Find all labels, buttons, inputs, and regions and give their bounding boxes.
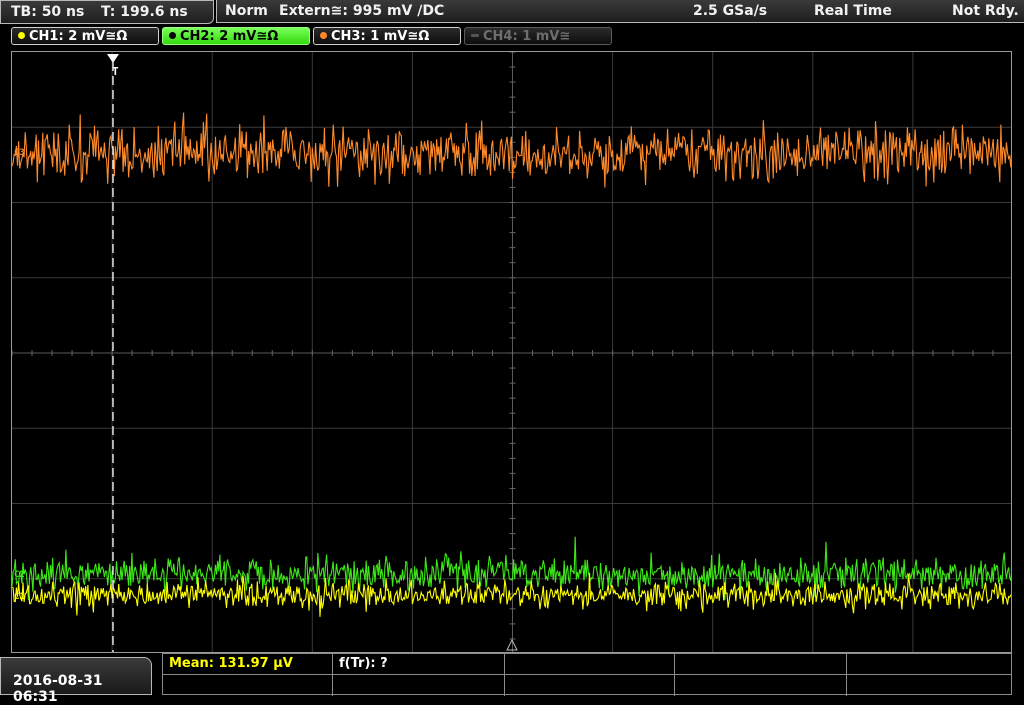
acquisition-state: Not Rdy. — [952, 3, 1019, 19]
ch3-trace-line — [12, 112, 1011, 188]
ch2-color-icon — [169, 32, 176, 39]
ch4-color-icon — [471, 34, 479, 37]
status-bar: TB: 50 ns T: 199.6 ns Norm Extern≅: 995 … — [0, 0, 1024, 24]
ch3-label: CH3: 1 mV≅Ω — [331, 29, 430, 44]
trigger-source: Extern≅: 995 mV ∕DC — [279, 3, 445, 19]
ch1-color-icon — [18, 32, 25, 39]
channel-tab-ch4[interactable]: CH4: 1 mV≅ — [464, 27, 612, 45]
measurement-cell-empty[interactable] — [675, 675, 847, 696]
trigger-position-marker-icon[interactable] — [107, 54, 119, 63]
ch2-trace-line — [12, 536, 1011, 601]
ch3-offset-marker[interactable]: C3 — [14, 148, 25, 158]
waveform-display[interactable]: T C3 C2 C1 — [11, 51, 1012, 653]
datetime-panel: 2016-08-31 06:31 — [0, 657, 152, 705]
trigger-mode: Norm — [225, 3, 268, 19]
ch2-label: CH2: 2 mV≅Ω — [180, 29, 279, 44]
ch2-waveform — [12, 536, 1011, 601]
measurement-cell-empty[interactable] — [675, 654, 847, 675]
ch4-label: CH4: 1 mV≅ — [483, 29, 571, 44]
sample-rate: 2.5 GSa/s — [693, 3, 768, 19]
measurement-cell-empty[interactable] — [505, 675, 675, 696]
channel-tab-ch2[interactable]: CH2: 2 mV≅Ω — [162, 27, 310, 45]
trigger-label: T — [112, 65, 119, 78]
channel-tab-ch1[interactable]: CH1: 2 mV≅Ω — [11, 27, 159, 45]
measurement-cell-empty[interactable] — [847, 654, 1011, 675]
timebase-panel[interactable]: TB: 50 ns T: 199.6 ns — [0, 0, 214, 24]
channel-tab-ch3[interactable]: CH3: 1 mV≅Ω — [313, 27, 461, 45]
ch1-label: CH1: 2 mV≅Ω — [29, 29, 128, 44]
trigger-panel[interactable]: Norm Extern≅: 995 mV ∕DC 2.5 GSa/s Real … — [216, 0, 1024, 23]
datetime-value: 2016-08-31 06:31 — [13, 673, 103, 705]
ch1-offset-marker[interactable]: C1 — [14, 592, 25, 602]
timebase-value: TB: 50 ns — [11, 4, 85, 20]
measurement-cell-empty[interactable] — [163, 675, 333, 696]
measurement-cell-empty[interactable] — [333, 675, 505, 696]
measurement-cell-empty[interactable] — [505, 654, 675, 675]
acquisition-mode: Real Time — [814, 3, 892, 19]
trigger-time-value: T: 199.6 ns — [101, 4, 188, 20]
ch2-offset-marker[interactable]: C2 — [14, 570, 25, 580]
measurement-mean: Mean: 131.97 µV — [169, 656, 293, 671]
measurement-ftr: f(Tr): ? — [339, 656, 388, 671]
measurement-cell-empty[interactable] — [847, 675, 1011, 696]
graticule — [12, 52, 1011, 652]
ch3-waveform — [12, 112, 1011, 188]
measurement-panel[interactable]: Mean: 131.97 µV f(Tr): ? — [162, 653, 1012, 696]
ch3-color-icon — [320, 32, 327, 39]
